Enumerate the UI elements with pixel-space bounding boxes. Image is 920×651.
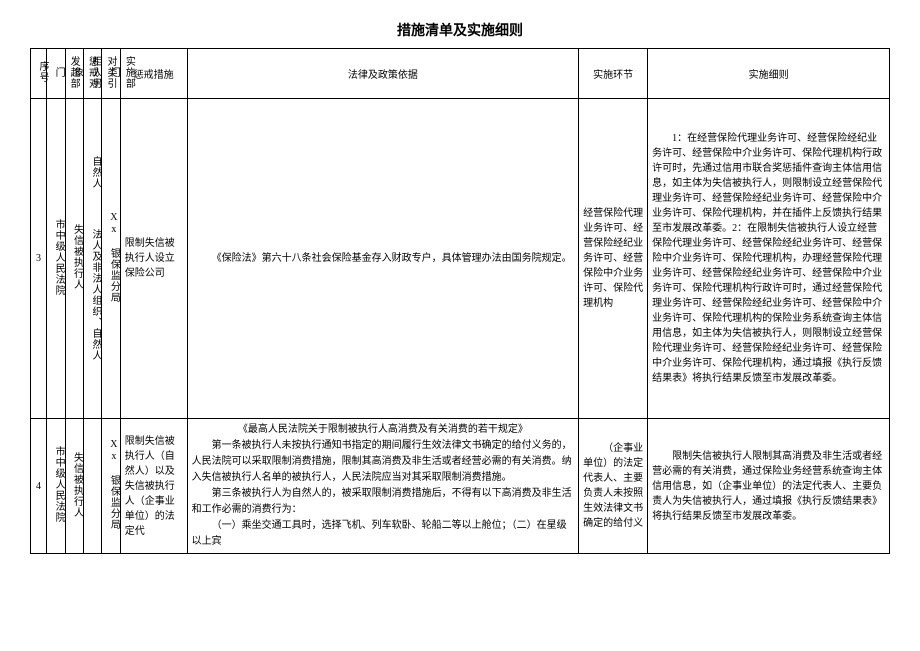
cell-detail: 限制失信被执行人限制其高消费及非生活或者经营必需的有关消费，通过保险业务经营系统…	[648, 419, 890, 554]
cell-dept2: Xx 银保监分局	[102, 99, 120, 419]
cell-step: （企事业单位）的法定代表人、主要负责人未按照生效法律文书确定的给付义	[579, 419, 648, 554]
table-row: 3 市中级人民法院 失信被执行人 自然人 法人及非法人组织、自然人 Xx 银保监…	[31, 99, 890, 419]
cell-dept1: 市中级人民法院	[47, 99, 65, 419]
col-detail: 实施细则	[648, 49, 890, 99]
page-title: 措施清单及实施细则	[30, 20, 890, 40]
cell-basis: 《最高人民法院关于限制被执行人高消费及有关消费的若干规定》 第一条被执行人未按执…	[187, 419, 579, 554]
cell-measure: 限制失信被执行人设立保险公司	[120, 99, 187, 419]
main-table: 序号 发起部门 惩戒对象 对类引相人另 实施部门 惩戒措施 法律及政策依据 实施…	[30, 48, 890, 554]
cell-seq: 3	[31, 99, 47, 419]
cell-step: 经营保险代理业务许可、经营保险经纪业务许可、经营保险中介业务许可、保险代理机构	[579, 99, 648, 419]
cell-dept1: 市中级人民法院	[47, 419, 65, 554]
cell-basis: 《保险法》第六十八条社会保险基金存入财政专户，具体管理办法由国务院规定。	[187, 99, 579, 419]
cell-measure: 限制失信被执行人（自然人）以及失信被执行人（企事业单位）的法定代	[120, 419, 187, 554]
cell-other: 自然人 法人及非法人组织、自然人	[83, 99, 101, 419]
cell-other	[83, 419, 101, 554]
cell-detail: 1：在经营保险代理业务许可、经营保险经纪业务许可、经营保险中介业务许可、保险代理…	[648, 99, 890, 419]
col-step: 实施环节	[579, 49, 648, 99]
cell-target: 失信被执行人	[65, 99, 83, 419]
col-seq: 序号	[31, 49, 47, 99]
cell-seq: 4	[31, 419, 47, 554]
table-row: 4 市中级人民法院 失信被执行人 Xx 银保监分局 限制失信被执行人（自然人）以…	[31, 419, 890, 554]
cell-target: 失信被执行人	[65, 419, 83, 554]
header-row: 序号 发起部门 惩戒对象 对类引相人另 实施部门 惩戒措施 法律及政策依据 实施…	[31, 49, 890, 99]
cell-dept2: Xx 银保监分局	[102, 419, 120, 554]
col-basis: 法律及政策依据	[187, 49, 579, 99]
